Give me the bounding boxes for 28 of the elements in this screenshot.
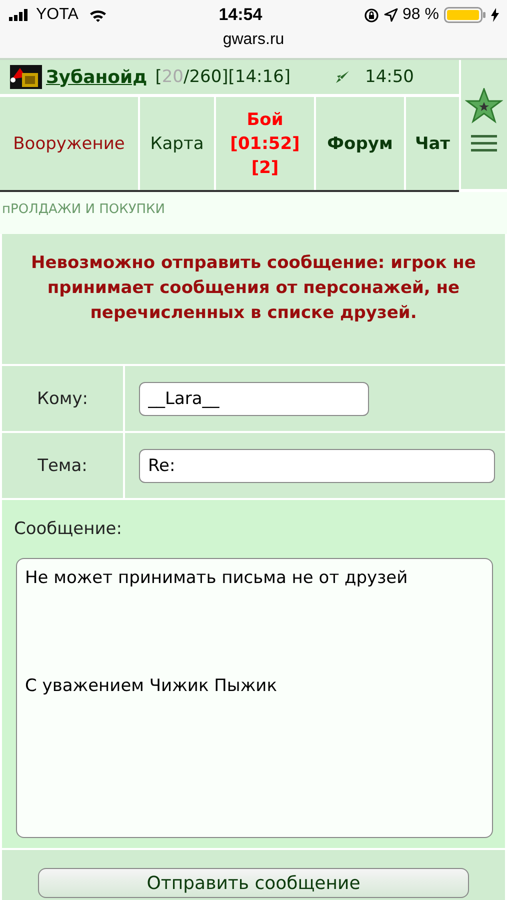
battery-percent: 98 % [402, 6, 439, 24]
carrier-name: YOTA [36, 6, 78, 24]
field-label: Тема: [38, 456, 88, 476]
input-field[interactable]: __Lara__ [139, 382, 369, 416]
field-label: Сообщение: [14, 519, 122, 539]
error-message: Невозможно отправить сообщение: игрок не принимает сообщения от персонажей, не перечисленных в списке друзей. [30, 252, 477, 325]
player-name-link[interactable]: Зубанойд [46, 66, 148, 88]
server-time: 14:50 [365, 67, 414, 87]
wifi-icon [89, 8, 108, 22]
section-title: пРОЛДАЖИ И ПОКУПКИ [2, 202, 166, 217]
nav-link[interactable]: Карта [150, 134, 204, 154]
nav-link[interactable]: Форум [327, 134, 393, 154]
rotation-lock-icon [364, 8, 379, 22]
message-textarea[interactable]: Не может принимать письма не от друзей С уважением Чижик Пыжик [16, 558, 493, 838]
nav-link[interactable]: Вооружение [13, 134, 125, 154]
field-label: Кому: [36, 388, 88, 408]
avatar-icon [10, 65, 42, 89]
player-stats: [20/260][14:16] [155, 67, 291, 87]
send-button[interactable]: Отправить сообщение [38, 868, 469, 898]
battery-icon [444, 7, 486, 23]
charging-bolt-icon [490, 8, 499, 22]
star-icon [465, 88, 503, 124]
url-text: gwars.ru [222, 31, 284, 49]
location-arrow-icon [384, 8, 398, 22]
clock: 14:54 [218, 5, 262, 25]
menu-icon [471, 134, 497, 152]
nav-link[interactable]: Чат [414, 134, 450, 154]
input-field[interactable]: Re: [139, 448, 495, 482]
